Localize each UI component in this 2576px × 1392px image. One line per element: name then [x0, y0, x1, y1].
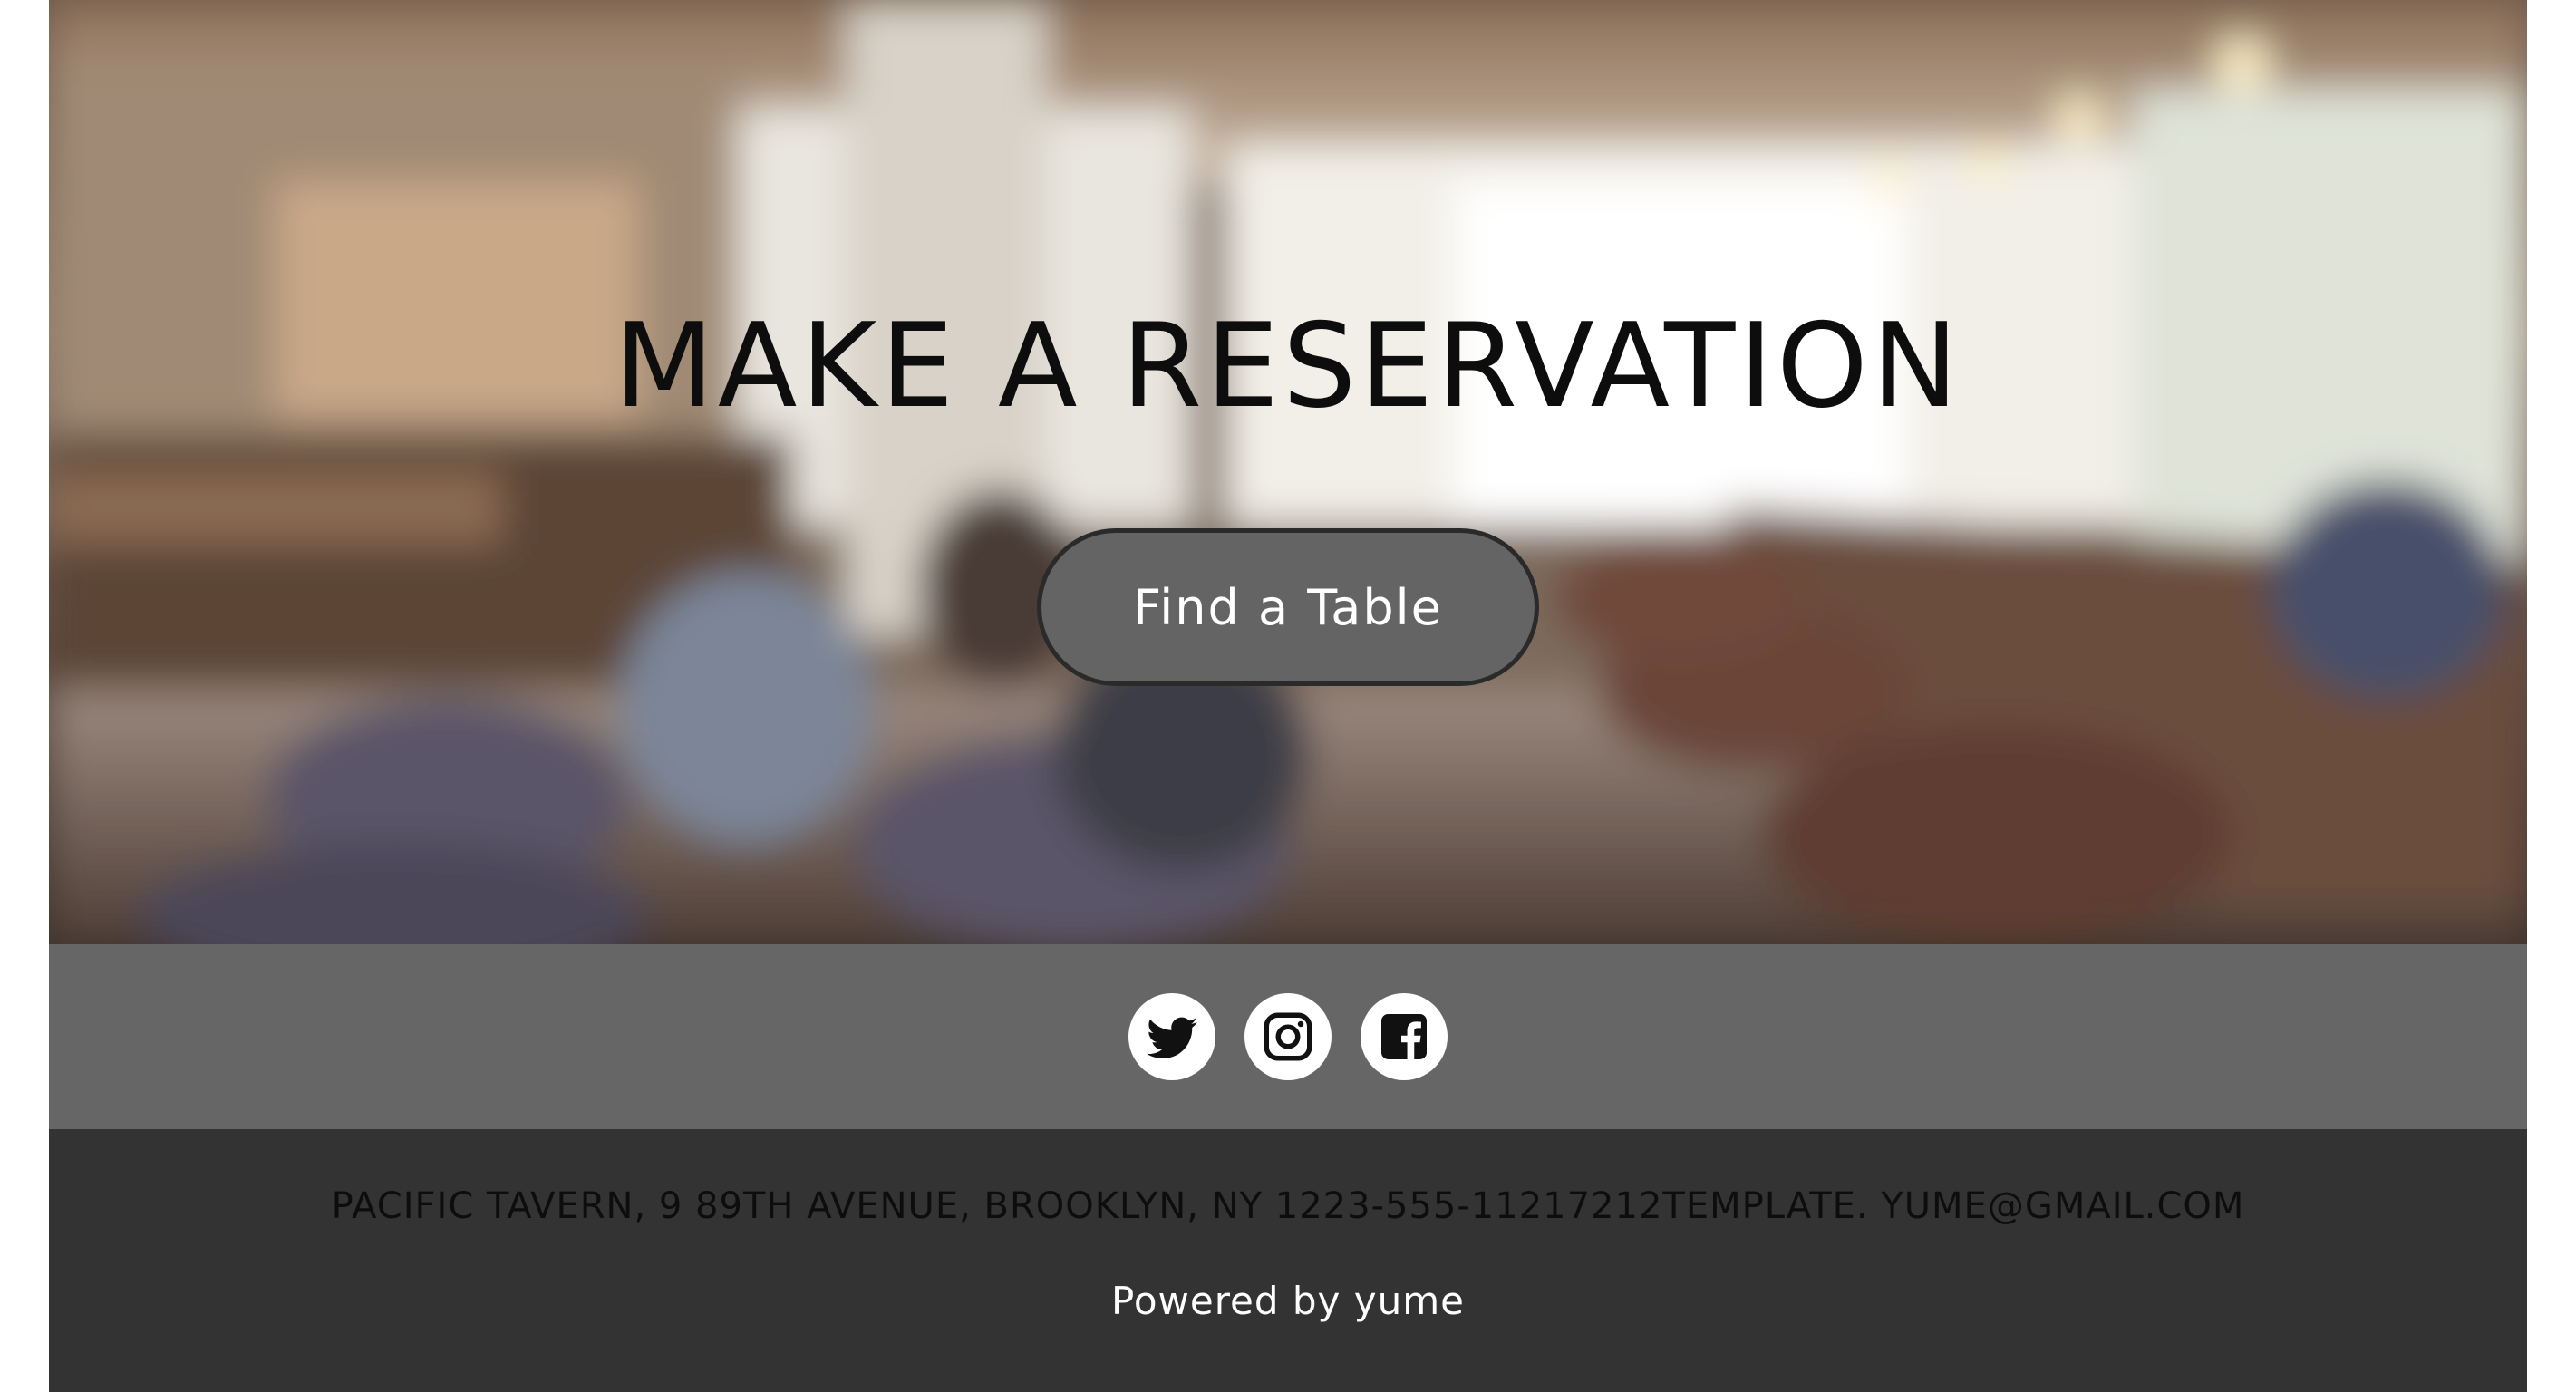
footer-address: PACIFIC TAVERN, 9 89TH AVENUE, BROOKLYN,… — [331, 1185, 2245, 1227]
powered-by-text: Powered by yume — [1110, 1279, 1465, 1323]
twitter-icon — [1147, 1017, 1197, 1058]
page-title: MAKE A RESERVATION — [614, 299, 1962, 434]
hero-section: MAKE A RESERVATION Find a Table — [49, 0, 2527, 944]
social-bar — [49, 944, 2527, 1129]
twitter-button[interactable] — [1128, 993, 1215, 1080]
page: MAKE A RESERVATION Find a Table PACIFIC … — [49, 0, 2527, 1392]
footer: PACIFIC TAVERN, 9 89TH AVENUE, BROOKLYN,… — [49, 1129, 2527, 1392]
facebook-button[interactable] — [1361, 993, 1448, 1080]
find-a-table-button[interactable]: Find a Table — [1037, 528, 1539, 686]
facebook-icon — [1381, 1014, 1427, 1059]
hero-background-image — [49, 0, 2527, 944]
instagram-button[interactable] — [1244, 993, 1332, 1080]
instagram-icon — [1264, 1012, 1312, 1061]
